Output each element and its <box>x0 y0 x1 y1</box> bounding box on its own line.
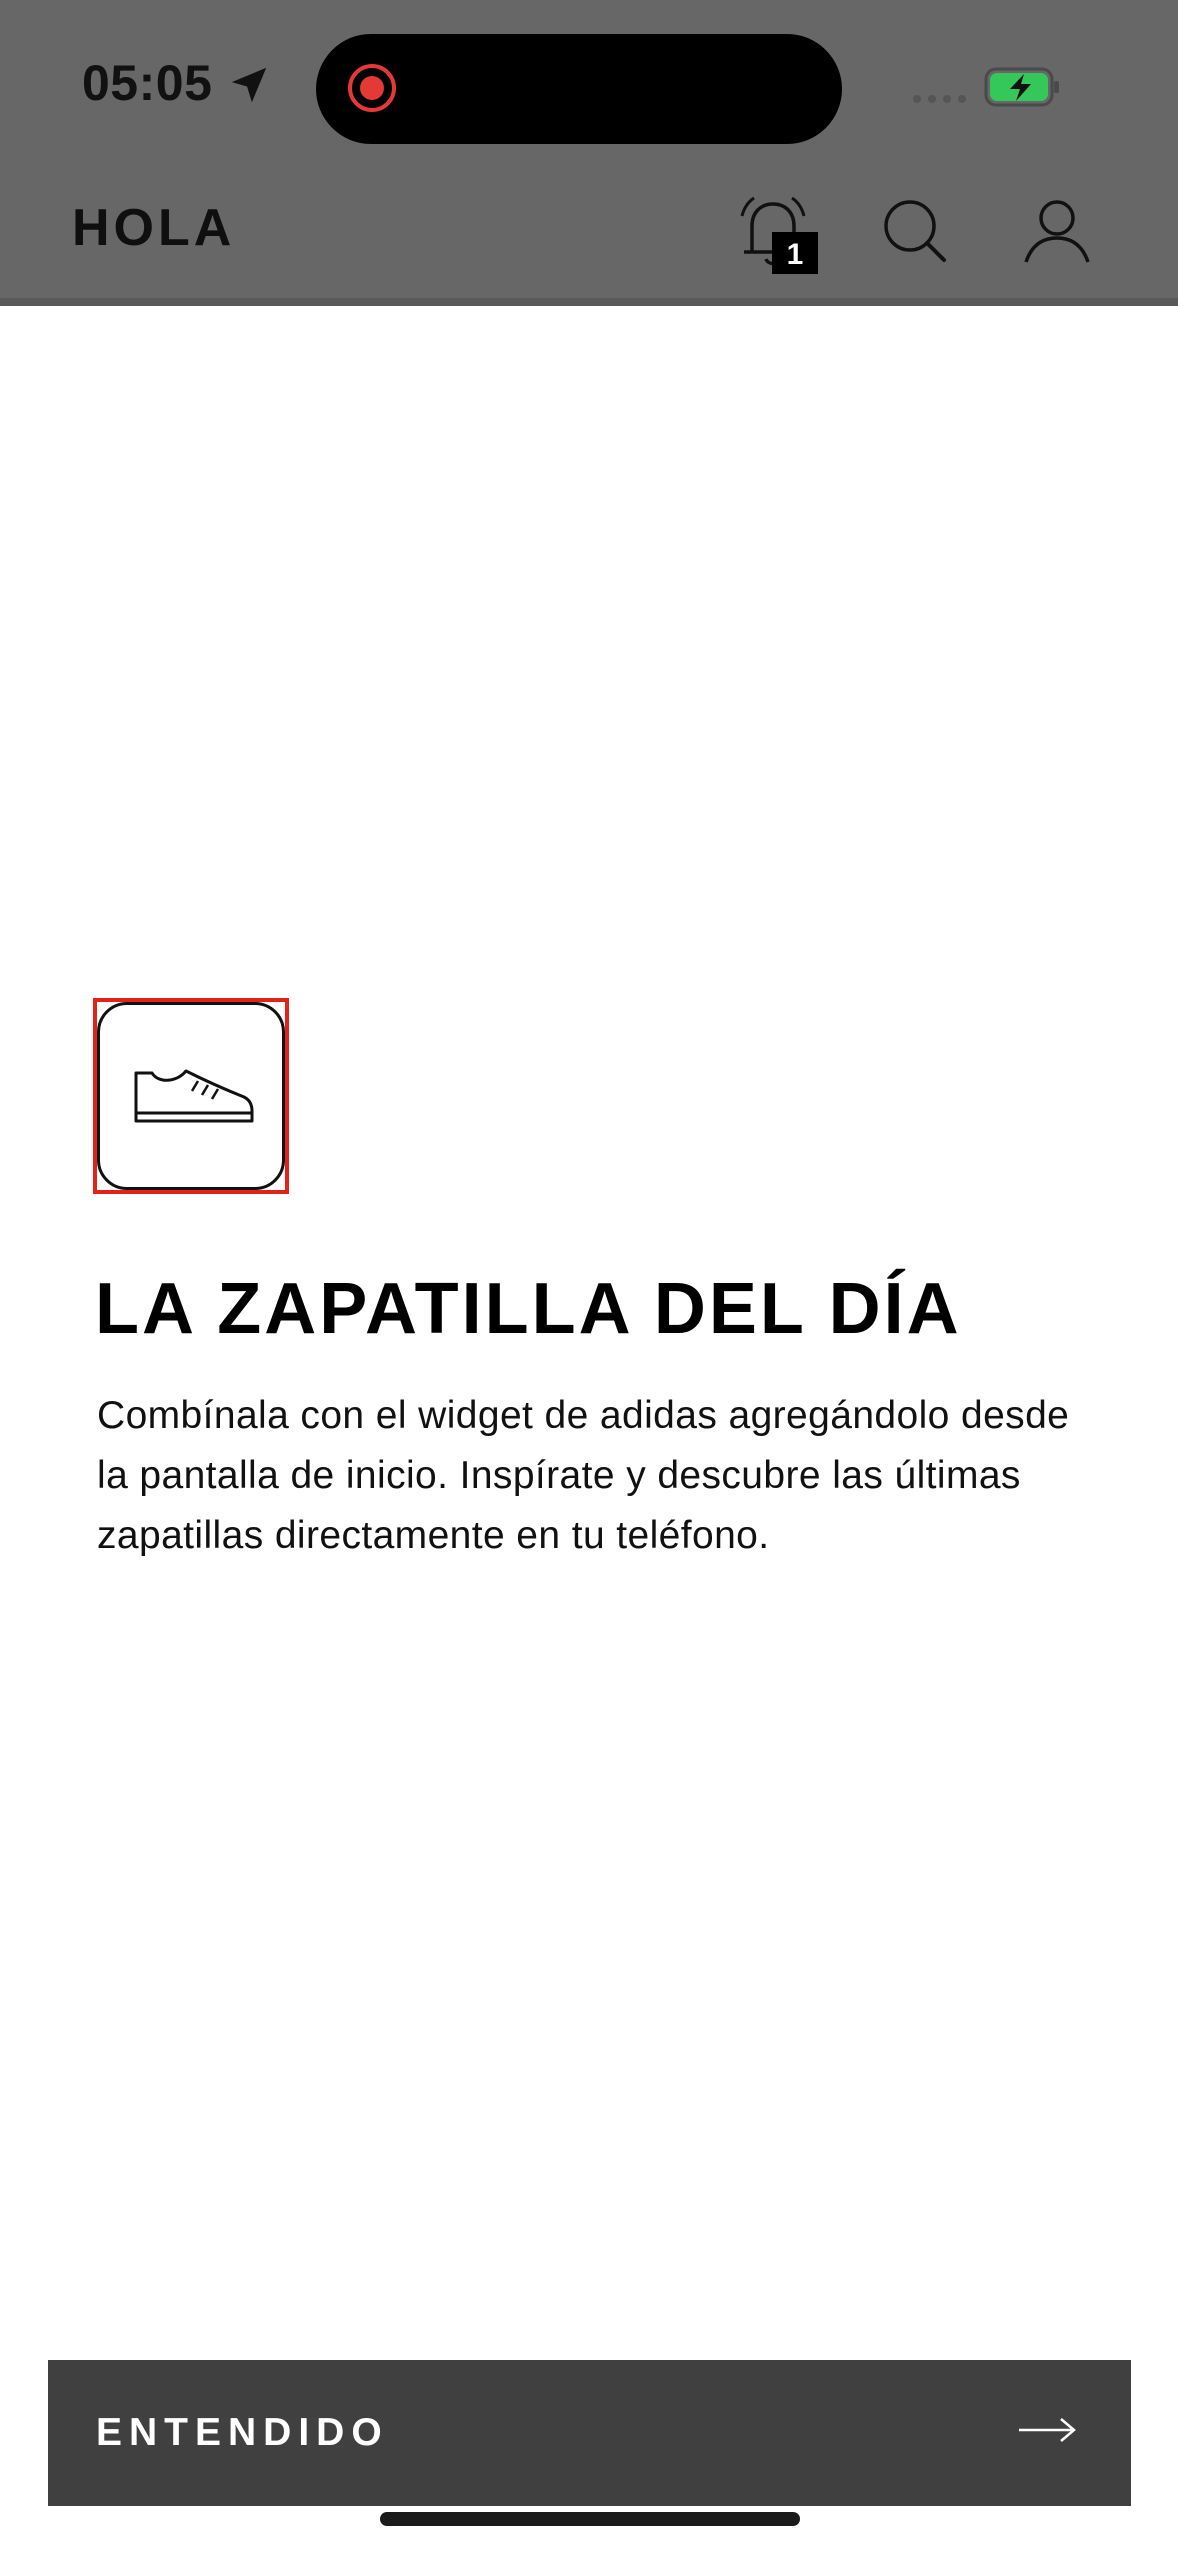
search-icon <box>884 200 946 262</box>
promo-description: Combínala con el widget de adidas agregá… <box>97 1394 1070 1557</box>
widget-promo-screen: 05:05 HOLA 1 LA ZAPATILLA DEL DÍA Combín… <box>0 0 1178 2556</box>
account-button[interactable] <box>1012 186 1102 276</box>
sneaker-icon <box>134 1069 254 1123</box>
promo-headline: LA ZAPATILLA DEL DÍA <box>95 1269 962 1349</box>
entendido-button-label: ENTENDIDO <box>96 2411 389 2454</box>
widget-preview-tile <box>97 1002 285 1190</box>
location-arrow-icon <box>231 67 267 103</box>
app-title: HOLA <box>72 199 236 257</box>
header-divider <box>0 298 1178 306</box>
notification-badge: 1 <box>772 232 818 274</box>
home-indicator[interactable] <box>380 2512 800 2526</box>
entendido-button[interactable]: ENTENDIDO <box>48 2360 1131 2506</box>
signal-icon <box>913 95 966 103</box>
search-button[interactable] <box>870 186 960 276</box>
user-icon <box>1024 200 1090 263</box>
status-time: 05:05 <box>82 55 213 111</box>
battery-charging-icon <box>984 67 1059 107</box>
arrow-right-icon <box>1019 2418 1076 2442</box>
screen-recording-icon <box>348 64 396 112</box>
